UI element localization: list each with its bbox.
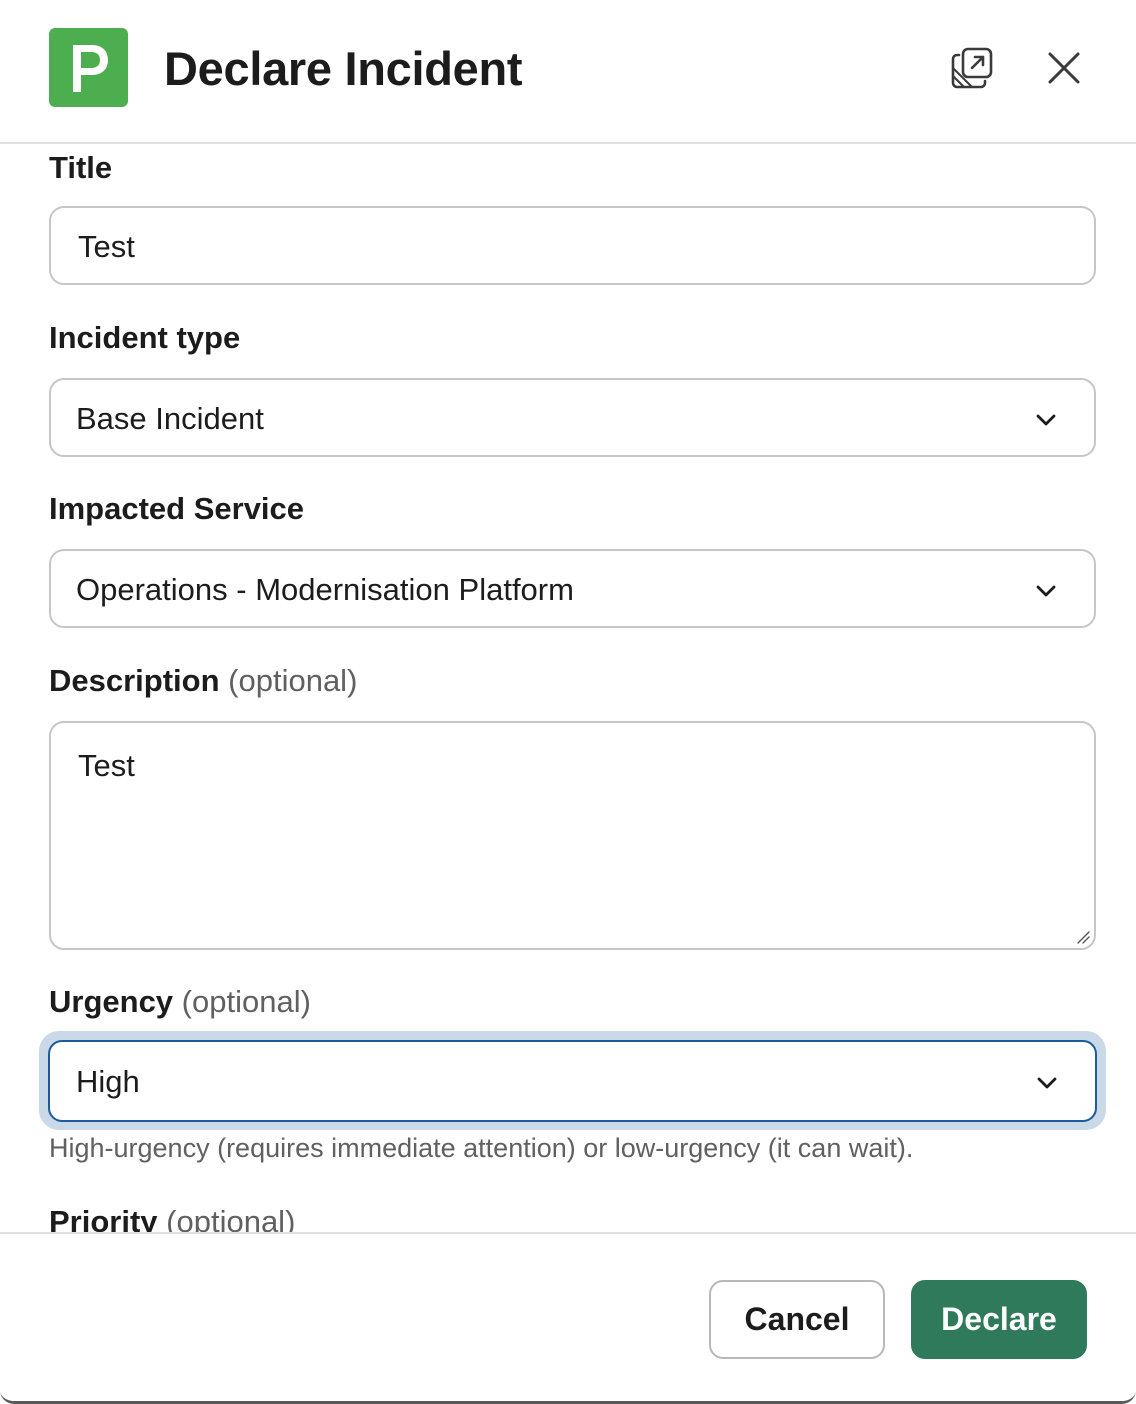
impacted-service-select[interactable]: Operations - Modernisation Platform xyxy=(49,549,1096,628)
close-button[interactable] xyxy=(1036,40,1092,96)
incident-type-select[interactable]: Base Incident xyxy=(49,378,1096,457)
modal-title: Declare Incident xyxy=(164,42,523,95)
urgency-value: High xyxy=(76,1064,140,1099)
urgency-label: Urgency (optional) xyxy=(49,982,311,1022)
modal-body: Title Test Incident type Base Incident I… xyxy=(0,146,1136,1232)
chevron-down-icon xyxy=(1036,414,1056,426)
chevron-down-icon xyxy=(1036,585,1056,597)
priority-label: Priority (optional) xyxy=(49,1202,295,1232)
chevron-down-icon xyxy=(1037,1077,1057,1089)
description-textarea[interactable]: Test xyxy=(49,721,1096,950)
declare-button[interactable]: Declare xyxy=(911,1280,1087,1359)
urgency-label-text: Urgency xyxy=(49,984,174,1019)
urgency-select[interactable]: High xyxy=(48,1040,1097,1122)
popout-window-icon xyxy=(951,47,993,89)
close-icon xyxy=(1048,52,1080,84)
declare-incident-modal: Declare Incident Title Test Incident typ… xyxy=(0,0,1136,1404)
description-optional-text: (optional) xyxy=(228,663,358,698)
urgency-optional-text: (optional) xyxy=(181,984,311,1019)
description-value: Test xyxy=(78,748,135,783)
modal-header: Declare Incident xyxy=(0,0,1136,144)
pagerduty-logo-icon xyxy=(49,28,128,107)
incident-type-value: Base Incident xyxy=(76,401,264,436)
impacted-service-value: Operations - Modernisation Platform xyxy=(76,572,574,607)
popout-button[interactable] xyxy=(944,40,1000,96)
priority-label-text: Priority xyxy=(49,1204,158,1232)
priority-optional-text: (optional) xyxy=(166,1204,296,1232)
resize-grip-icon[interactable] xyxy=(1074,928,1090,944)
cancel-button[interactable]: Cancel xyxy=(709,1280,885,1359)
title-input[interactable]: Test xyxy=(49,206,1096,285)
title-label: Title xyxy=(49,150,113,185)
urgency-hint: High-urgency (requires immediate attenti… xyxy=(49,1133,914,1163)
modal-footer: Cancel Declare xyxy=(0,1232,1136,1401)
title-input-value: Test xyxy=(78,229,135,264)
impacted-service-label: Impacted Service xyxy=(49,491,305,526)
description-label: Description (optional) xyxy=(49,661,357,701)
description-label-text: Description xyxy=(49,663,220,698)
incident-type-label: Incident type xyxy=(49,320,241,355)
